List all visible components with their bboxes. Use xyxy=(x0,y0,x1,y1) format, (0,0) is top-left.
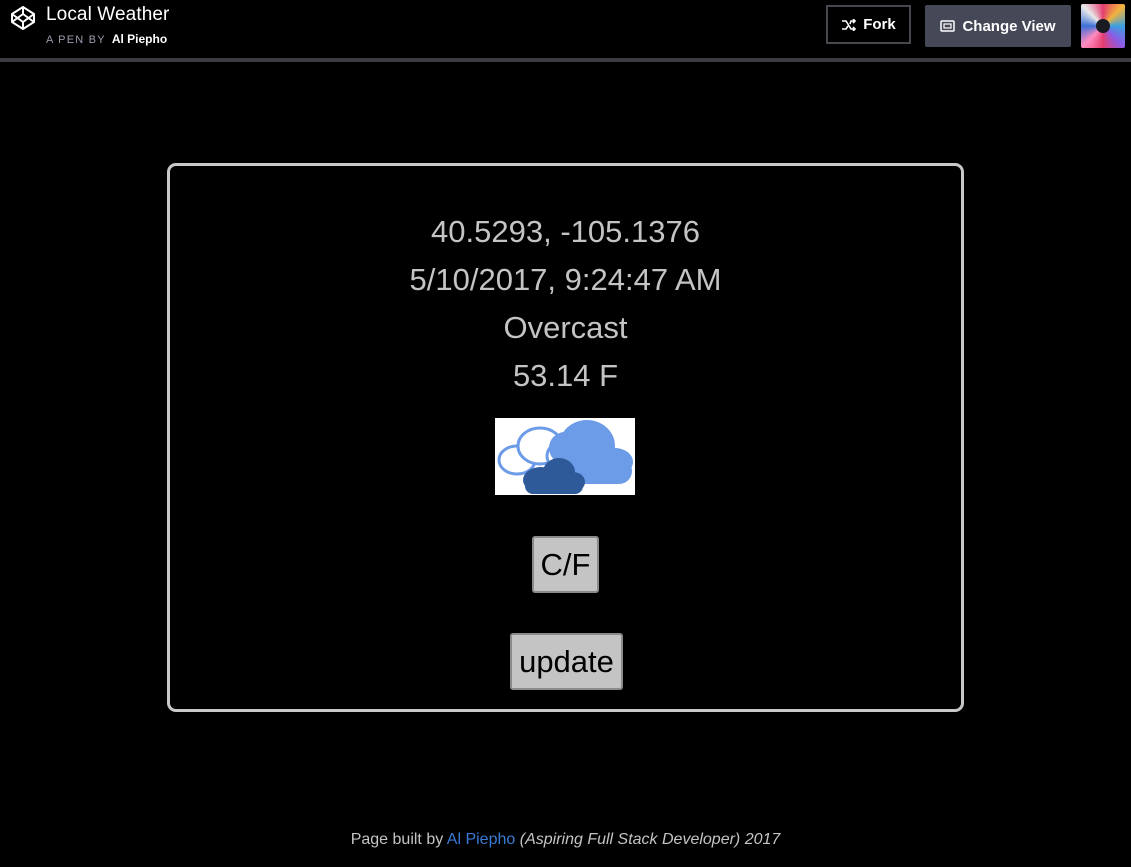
fork-label: Fork xyxy=(863,16,896,33)
condition-text: Overcast xyxy=(503,310,628,345)
codepen-logo-icon[interactable] xyxy=(10,5,36,31)
update-button[interactable]: update xyxy=(510,633,623,690)
pen-byline: A PEN BY Al Piepho xyxy=(46,32,167,46)
fork-icon xyxy=(842,18,857,31)
avatar-center xyxy=(1096,19,1110,33)
pen-title: Local Weather xyxy=(46,4,170,25)
change-view-icon xyxy=(940,20,956,32)
datetime-text: 5/10/2017, 9:24:47 AM xyxy=(409,262,722,297)
codepen-header: Local Weather A PEN BY Al Piepho Fork Ch… xyxy=(0,0,1131,58)
weather-card: 40.5293, -105.1376 5/10/2017, 9:24:47 AM… xyxy=(167,163,964,712)
change-view-button[interactable]: Change View xyxy=(925,5,1071,47)
footer: Page built by Al Piepho (Aspiring Full S… xyxy=(0,831,1131,849)
temperature-text: 53.14 F xyxy=(512,358,619,393)
change-view-label: Change View xyxy=(962,17,1056,35)
weather-image xyxy=(495,418,635,495)
user-avatar[interactable] xyxy=(1081,4,1125,48)
footer-tagline: (Aspiring Full Stack Developer) 2017 xyxy=(519,831,781,848)
coordinates-text: 40.5293, -105.1376 xyxy=(431,214,700,249)
overcast-cloud-icon xyxy=(497,420,633,494)
header-divider xyxy=(0,58,1131,62)
footer-author-link[interactable]: Al Piepho xyxy=(447,831,516,848)
pen-author-link[interactable]: Al Piepho xyxy=(112,32,167,46)
footer-prefix: Page built by xyxy=(350,831,444,848)
toggle-units-button[interactable]: C/F xyxy=(532,536,599,593)
pen-by-label: A PEN BY xyxy=(46,34,106,46)
fork-button[interactable]: Fork xyxy=(826,5,911,44)
